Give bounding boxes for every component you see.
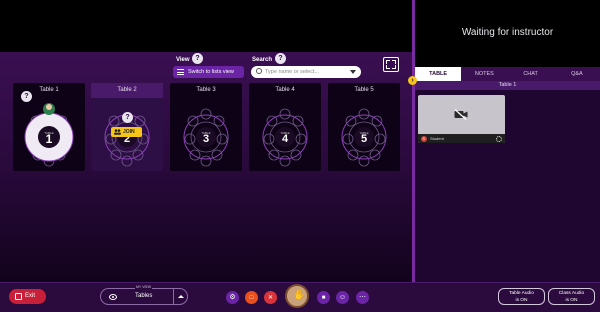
search-icon bbox=[256, 68, 262, 74]
participant-tile[interactable]: S Student bbox=[418, 95, 505, 143]
bottom-toolbar: Exit MY VIEW Tables ⚙ □ ✕ ✋ ■ ☺ ⋯ Table … bbox=[0, 282, 600, 312]
tab-chat[interactable]: CHAT bbox=[508, 67, 554, 81]
settings-button[interactable]: ⚙ bbox=[226, 291, 239, 304]
table-header: Table 1 bbox=[415, 81, 600, 90]
table-card-label: Table 4 bbox=[275, 87, 295, 93]
panel-tabs: TABLE NOTES CHAT Q&A bbox=[415, 67, 600, 81]
table-3-seating: TABLE 3 bbox=[183, 108, 229, 167]
table-number: 1 bbox=[46, 132, 53, 146]
table-4-seating: TABLE 4 bbox=[262, 108, 308, 167]
search-help-icon[interactable]: ? bbox=[275, 53, 286, 64]
hand-icon: ✋ bbox=[293, 290, 306, 301]
class-audio-label: Class Audio bbox=[558, 291, 585, 296]
camera-button[interactable]: ■ bbox=[317, 291, 330, 304]
classroom-app: View ? Switch to lists view Search ? Tab… bbox=[0, 0, 600, 312]
chevron-up-icon[interactable] bbox=[173, 289, 187, 304]
instructor-video: Waiting for instructor bbox=[415, 0, 600, 67]
tab-qa[interactable]: Q&A bbox=[554, 67, 600, 81]
reactions-button[interactable]: ☺ bbox=[336, 291, 349, 304]
tab-table[interactable]: TABLE bbox=[415, 67, 462, 81]
view-help-icon[interactable]: ? bbox=[192, 53, 203, 64]
my-view-select[interactable]: MY VIEW Tables bbox=[100, 285, 188, 305]
mute-button[interactable]: ✕ bbox=[264, 291, 277, 304]
table-card-label: Table 2 bbox=[91, 83, 163, 98]
folder-icon: □ bbox=[249, 295, 254, 301]
class-audio-state: is ON bbox=[565, 298, 578, 303]
participant-name: Student bbox=[430, 136, 444, 141]
view-label: View bbox=[176, 57, 190, 63]
files-button[interactable]: □ bbox=[245, 291, 258, 304]
table-help-icon[interactable]: ? bbox=[21, 91, 32, 102]
table-number: 5 bbox=[361, 133, 367, 145]
stage-top-band bbox=[0, 0, 414, 52]
camera-icon: ■ bbox=[321, 295, 326, 301]
fullscreen-icon[interactable] bbox=[383, 57, 399, 72]
table-number: 4 bbox=[282, 133, 289, 145]
chevron-down-icon[interactable] bbox=[350, 70, 356, 74]
table-audio-state: is ON bbox=[515, 298, 528, 303]
more-icon: ⋯ bbox=[359, 294, 366, 301]
table-number: 3 bbox=[203, 133, 209, 145]
eye-icon bbox=[109, 294, 117, 300]
join-table-button[interactable]: JOIN bbox=[111, 127, 142, 137]
exit-label: Exit bbox=[25, 293, 36, 299]
table-card-label: Table 3 bbox=[196, 87, 216, 93]
gear-icon[interactable] bbox=[496, 136, 502, 142]
switch-to-list-view-button[interactable]: Switch to lists view bbox=[173, 66, 244, 78]
list-icon bbox=[177, 69, 184, 75]
table-card-4[interactable]: Table 4 TABLE 4 bbox=[249, 83, 321, 171]
table-1-seating: TABLE 1 bbox=[24, 103, 74, 167]
class-audio-button[interactable]: Class Audio is ON bbox=[548, 288, 595, 305]
table-help-icon[interactable]: ? bbox=[122, 112, 133, 123]
gear-icon: ⚙ bbox=[229, 294, 236, 301]
collapse-panel-icon[interactable]: › bbox=[408, 76, 417, 85]
raise-hand-button[interactable]: ✋ bbox=[285, 284, 309, 308]
table-audio-label: Table Audio bbox=[509, 291, 534, 296]
table-card-1[interactable]: Table 1 TABLE 1 ? bbox=[13, 83, 85, 171]
smile-icon: ☺ bbox=[338, 294, 347, 301]
users-icon bbox=[114, 129, 121, 135]
table-5-seating: TABLE 5 bbox=[341, 108, 387, 167]
search-input[interactable] bbox=[265, 67, 349, 77]
join-label: JOIN bbox=[123, 129, 135, 135]
my-view-value: Tables bbox=[135, 293, 153, 299]
table-card-label: Table 5 bbox=[354, 87, 374, 93]
my-view-label: MY VIEW bbox=[135, 285, 153, 289]
exit-icon bbox=[15, 293, 22, 300]
table-card-3[interactable]: Table 3 TABLE 3 bbox=[170, 83, 242, 171]
camera-off-icon bbox=[454, 109, 468, 120]
more-button[interactable]: ⋯ bbox=[356, 291, 369, 304]
switch-to-list-view-label: Switch to lists view bbox=[188, 69, 234, 75]
search-field[interactable] bbox=[251, 66, 361, 78]
participant-avatar: S bbox=[421, 136, 427, 142]
table-card-5[interactable]: Table 5 TABLE 5 bbox=[328, 83, 400, 171]
tab-notes[interactable]: NOTES bbox=[461, 67, 507, 81]
table-audio-button[interactable]: Table Audio is ON bbox=[498, 288, 545, 305]
search-label: Search bbox=[252, 57, 273, 63]
exit-button[interactable]: Exit bbox=[9, 289, 46, 304]
mic-off-icon: ✕ bbox=[267, 295, 274, 301]
waiting-text: Waiting for instructor bbox=[461, 27, 554, 38]
